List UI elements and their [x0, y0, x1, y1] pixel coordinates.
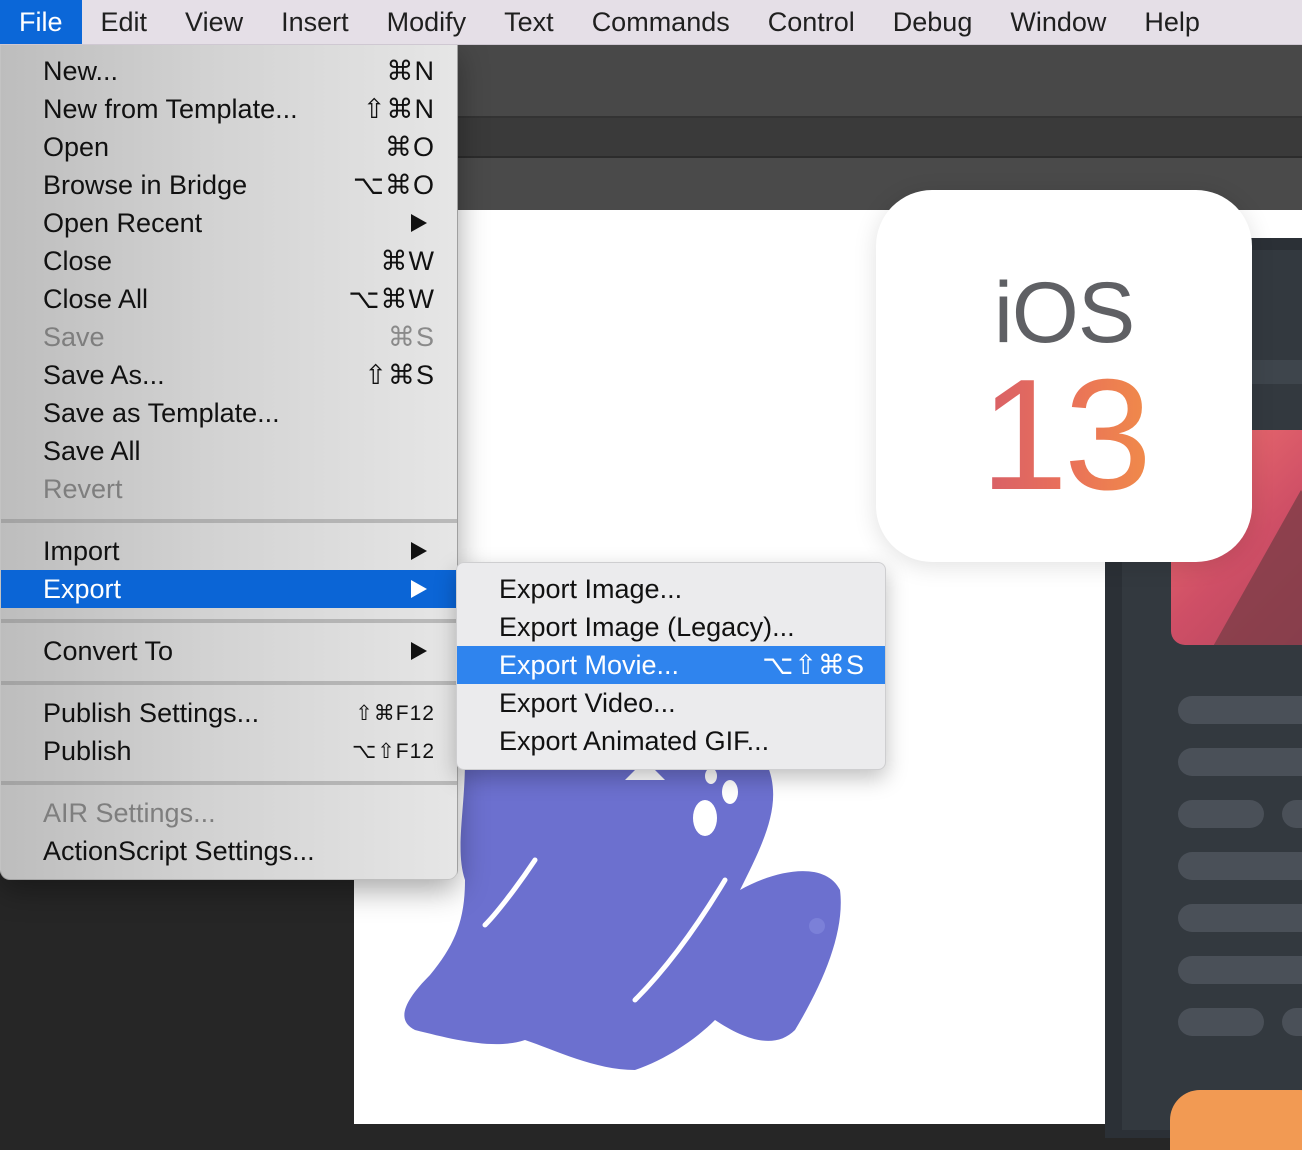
menu-item-save-as-template[interactable]: Save as Template...	[1, 394, 457, 432]
menu-item-import[interactable]: Import	[1, 532, 457, 570]
menu-item-label: Export Image...	[499, 573, 683, 604]
menu-help[interactable]: Help	[1125, 0, 1219, 44]
menu-bar: File Edit View Insert Modify Text Comman…	[0, 0, 1302, 45]
menu-edit[interactable]: Edit	[82, 0, 167, 44]
menu-item-label: Export Movie...	[499, 649, 680, 680]
menu-separator	[1, 781, 457, 785]
menu-item-shortcut: ⌥⌘O	[352, 169, 435, 200]
menu-item-new[interactable]: New... ⌘N	[1, 52, 457, 90]
menu-text[interactable]: Text	[485, 0, 573, 44]
ios13-badge[interactable]: iOS 13	[876, 190, 1252, 562]
menu-item-label: Close All	[43, 283, 149, 314]
menu-item-label: Convert To	[43, 635, 174, 666]
menu-item-publish[interactable]: Publish ⌥⇧F12	[1, 732, 457, 770]
menu-separator	[1, 619, 457, 623]
submenu-item-export-video[interactable]: Export Video...	[457, 684, 885, 722]
menu-item-label: AIR Settings...	[43, 797, 216, 828]
menu-item-label: Open Recent	[43, 207, 203, 238]
menu-debug[interactable]: Debug	[874, 0, 992, 44]
placeholder-line	[1178, 904, 1302, 932]
menu-separator	[1, 681, 457, 685]
file-menu: New... ⌘N New from Template... ⇧⌘N Open …	[0, 44, 458, 880]
submenu-arrow-icon	[411, 580, 427, 598]
menu-view[interactable]: View	[166, 0, 262, 44]
menu-item-label: Close	[43, 245, 113, 276]
export-submenu: Export Image... Export Image (Legacy)...…	[456, 562, 886, 770]
menu-item-label: Export Animated GIF...	[499, 725, 770, 756]
menu-item-shortcut: ⌘S	[387, 321, 435, 352]
menu-item-label: Import	[43, 535, 120, 566]
menu-item-label: Save as Template...	[43, 397, 280, 428]
ios-version-number: 13	[980, 347, 1152, 523]
menu-item-save-as[interactable]: Save As... ⇧⌘S	[1, 356, 457, 394]
menu-item-shortcut: ⌥⇧⌘S	[762, 649, 865, 680]
menu-item-shortcut: ⌘N	[386, 55, 435, 86]
submenu-item-export-animated-gif[interactable]: Export Animated GIF...	[457, 722, 885, 760]
submenu-arrow-icon	[411, 214, 427, 232]
submenu-item-export-image[interactable]: Export Image...	[457, 570, 885, 608]
menu-item-label: Save	[43, 321, 105, 352]
menu-item-close[interactable]: Close ⌘W	[1, 242, 457, 280]
menu-item-label: Revert	[43, 473, 123, 504]
menu-item-label: New...	[43, 55, 119, 86]
submenu-item-export-image-legacy[interactable]: Export Image (Legacy)...	[457, 608, 885, 646]
menu-item-publish-settings[interactable]: Publish Settings... ⇧⌘F12	[1, 694, 457, 732]
ghost-illustration[interactable]	[395, 740, 855, 1080]
placeholder-line	[1178, 956, 1302, 984]
menu-commands[interactable]: Commands	[573, 0, 749, 44]
menu-item-label: Save All	[43, 435, 141, 466]
menu-item-export[interactable]: Export	[1, 570, 457, 608]
submenu-item-export-movie[interactable]: Export Movie... ⌥⇧⌘S	[457, 646, 885, 684]
menu-item-save: Save ⌘S	[1, 318, 457, 356]
menu-window[interactable]: Window	[991, 0, 1125, 44]
menu-item-close-all[interactable]: Close All ⌥⌘W	[1, 280, 457, 318]
menu-file[interactable]: File	[0, 0, 82, 44]
menu-item-label: ActionScript Settings...	[43, 835, 315, 866]
menu-item-shortcut: ⌘W	[380, 245, 435, 276]
menu-item-label: Publish	[43, 735, 132, 766]
menu-modify[interactable]: Modify	[368, 0, 486, 44]
menu-item-shortcut: ⌥⌘W	[348, 283, 435, 314]
menu-item-open[interactable]: Open ⌘O	[1, 128, 457, 166]
menu-item-shortcut: ⇧⌘N	[362, 93, 435, 124]
menu-item-actionscript-settings[interactable]: ActionScript Settings...	[1, 832, 457, 870]
menu-item-new-from-template[interactable]: New from Template... ⇧⌘N	[1, 90, 457, 128]
menu-item-shortcut: ⌥⇧F12	[352, 739, 435, 763]
phone-cta-button	[1170, 1090, 1302, 1150]
placeholder-line	[1282, 1008, 1302, 1036]
ios-wordmark: iOS	[993, 265, 1135, 361]
menu-item-label: Open	[43, 131, 110, 162]
placeholder-line	[1178, 852, 1302, 880]
placeholder-line	[1178, 800, 1264, 828]
menu-insert[interactable]: Insert	[262, 0, 368, 44]
menu-item-air-settings: AIR Settings...	[1, 794, 457, 832]
placeholder-line	[1282, 800, 1302, 828]
menu-item-label: Publish Settings...	[43, 697, 260, 728]
menu-item-shortcut: ⌘O	[384, 131, 435, 162]
menu-item-browse-in-bridge[interactable]: Browse in Bridge ⌥⌘O	[1, 166, 457, 204]
submenu-arrow-icon	[411, 542, 427, 560]
menu-item-revert: Revert	[1, 470, 457, 508]
menu-control[interactable]: Control	[749, 0, 874, 44]
placeholder-line	[1178, 1008, 1264, 1036]
submenu-arrow-icon	[411, 642, 427, 660]
menu-item-label: Export Video...	[499, 687, 676, 718]
menu-item-label: New from Template...	[43, 93, 298, 124]
menu-item-label: Export	[43, 573, 122, 604]
menu-item-shortcut: ⇧⌘F12	[355, 701, 435, 725]
menu-item-shortcut: ⇧⌘S	[364, 359, 435, 390]
placeholder-line	[1178, 696, 1302, 724]
menu-separator	[1, 519, 457, 523]
placeholder-line	[1178, 748, 1302, 776]
menu-item-label: Browse in Bridge	[43, 169, 248, 200]
menu-item-convert-to[interactable]: Convert To	[1, 632, 457, 670]
menu-item-label: Save As...	[43, 359, 165, 390]
menu-item-label: Export Image (Legacy)...	[499, 611, 795, 642]
menu-item-open-recent[interactable]: Open Recent	[1, 204, 457, 242]
menu-item-save-all[interactable]: Save All	[1, 432, 457, 470]
